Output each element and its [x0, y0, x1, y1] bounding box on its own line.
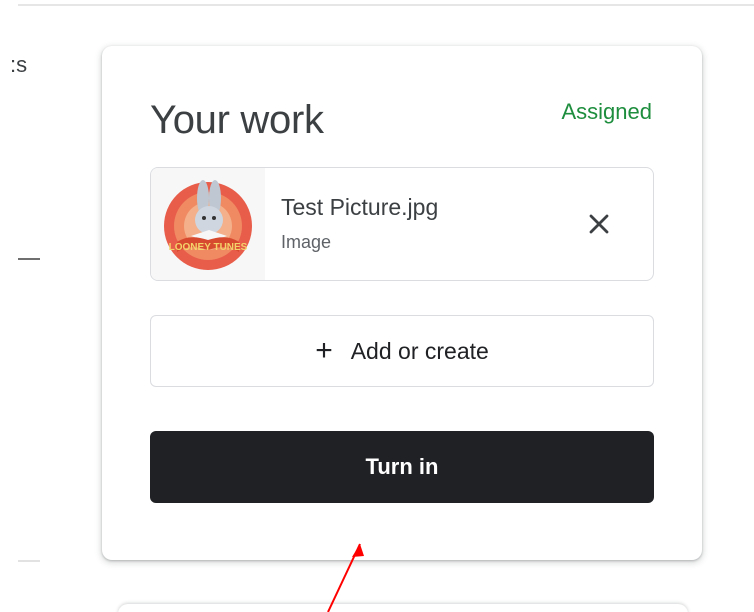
status-badge: Assigned [561, 99, 652, 124]
card-title: Your work [150, 98, 324, 142]
attachment-file-type: Image [281, 232, 332, 252]
add-or-create-label: Add or create [350, 337, 489, 364]
left-partial-text: :s [10, 52, 28, 77]
annotation-arrow-icon [327, 543, 364, 612]
your-work-card: Your work Assigned LOONEY TUNES Test Pic… [102, 46, 702, 560]
attachment-item[interactable]: LOONEY TUNES Test Picture.jpg Image [150, 167, 654, 281]
left-divider-bottom [18, 560, 40, 562]
page: :s Your work Assigned LOONEY TUNES Test … [0, 0, 754, 612]
turn-in-button[interactable]: Turn in [150, 431, 654, 503]
turn-in-label: Turn in [365, 454, 439, 479]
next-card-edge [118, 604, 688, 612]
top-divider [18, 4, 754, 6]
attachment-thumbnail[interactable]: LOONEY TUNES [151, 168, 265, 280]
attachment-file-name[interactable]: Test Picture.jpg [281, 194, 438, 221]
thumbnail-text: LOONEY TUNES [169, 242, 248, 253]
image-thumbnail-icon: LOONEY TUNES [151, 168, 265, 280]
close-icon [589, 214, 609, 234]
remove-attachment-button[interactable] [579, 204, 619, 244]
add-or-create-button[interactable]: + Add or create [150, 315, 654, 387]
left-divider-short [18, 258, 40, 260]
plus-icon: + [315, 334, 333, 367]
